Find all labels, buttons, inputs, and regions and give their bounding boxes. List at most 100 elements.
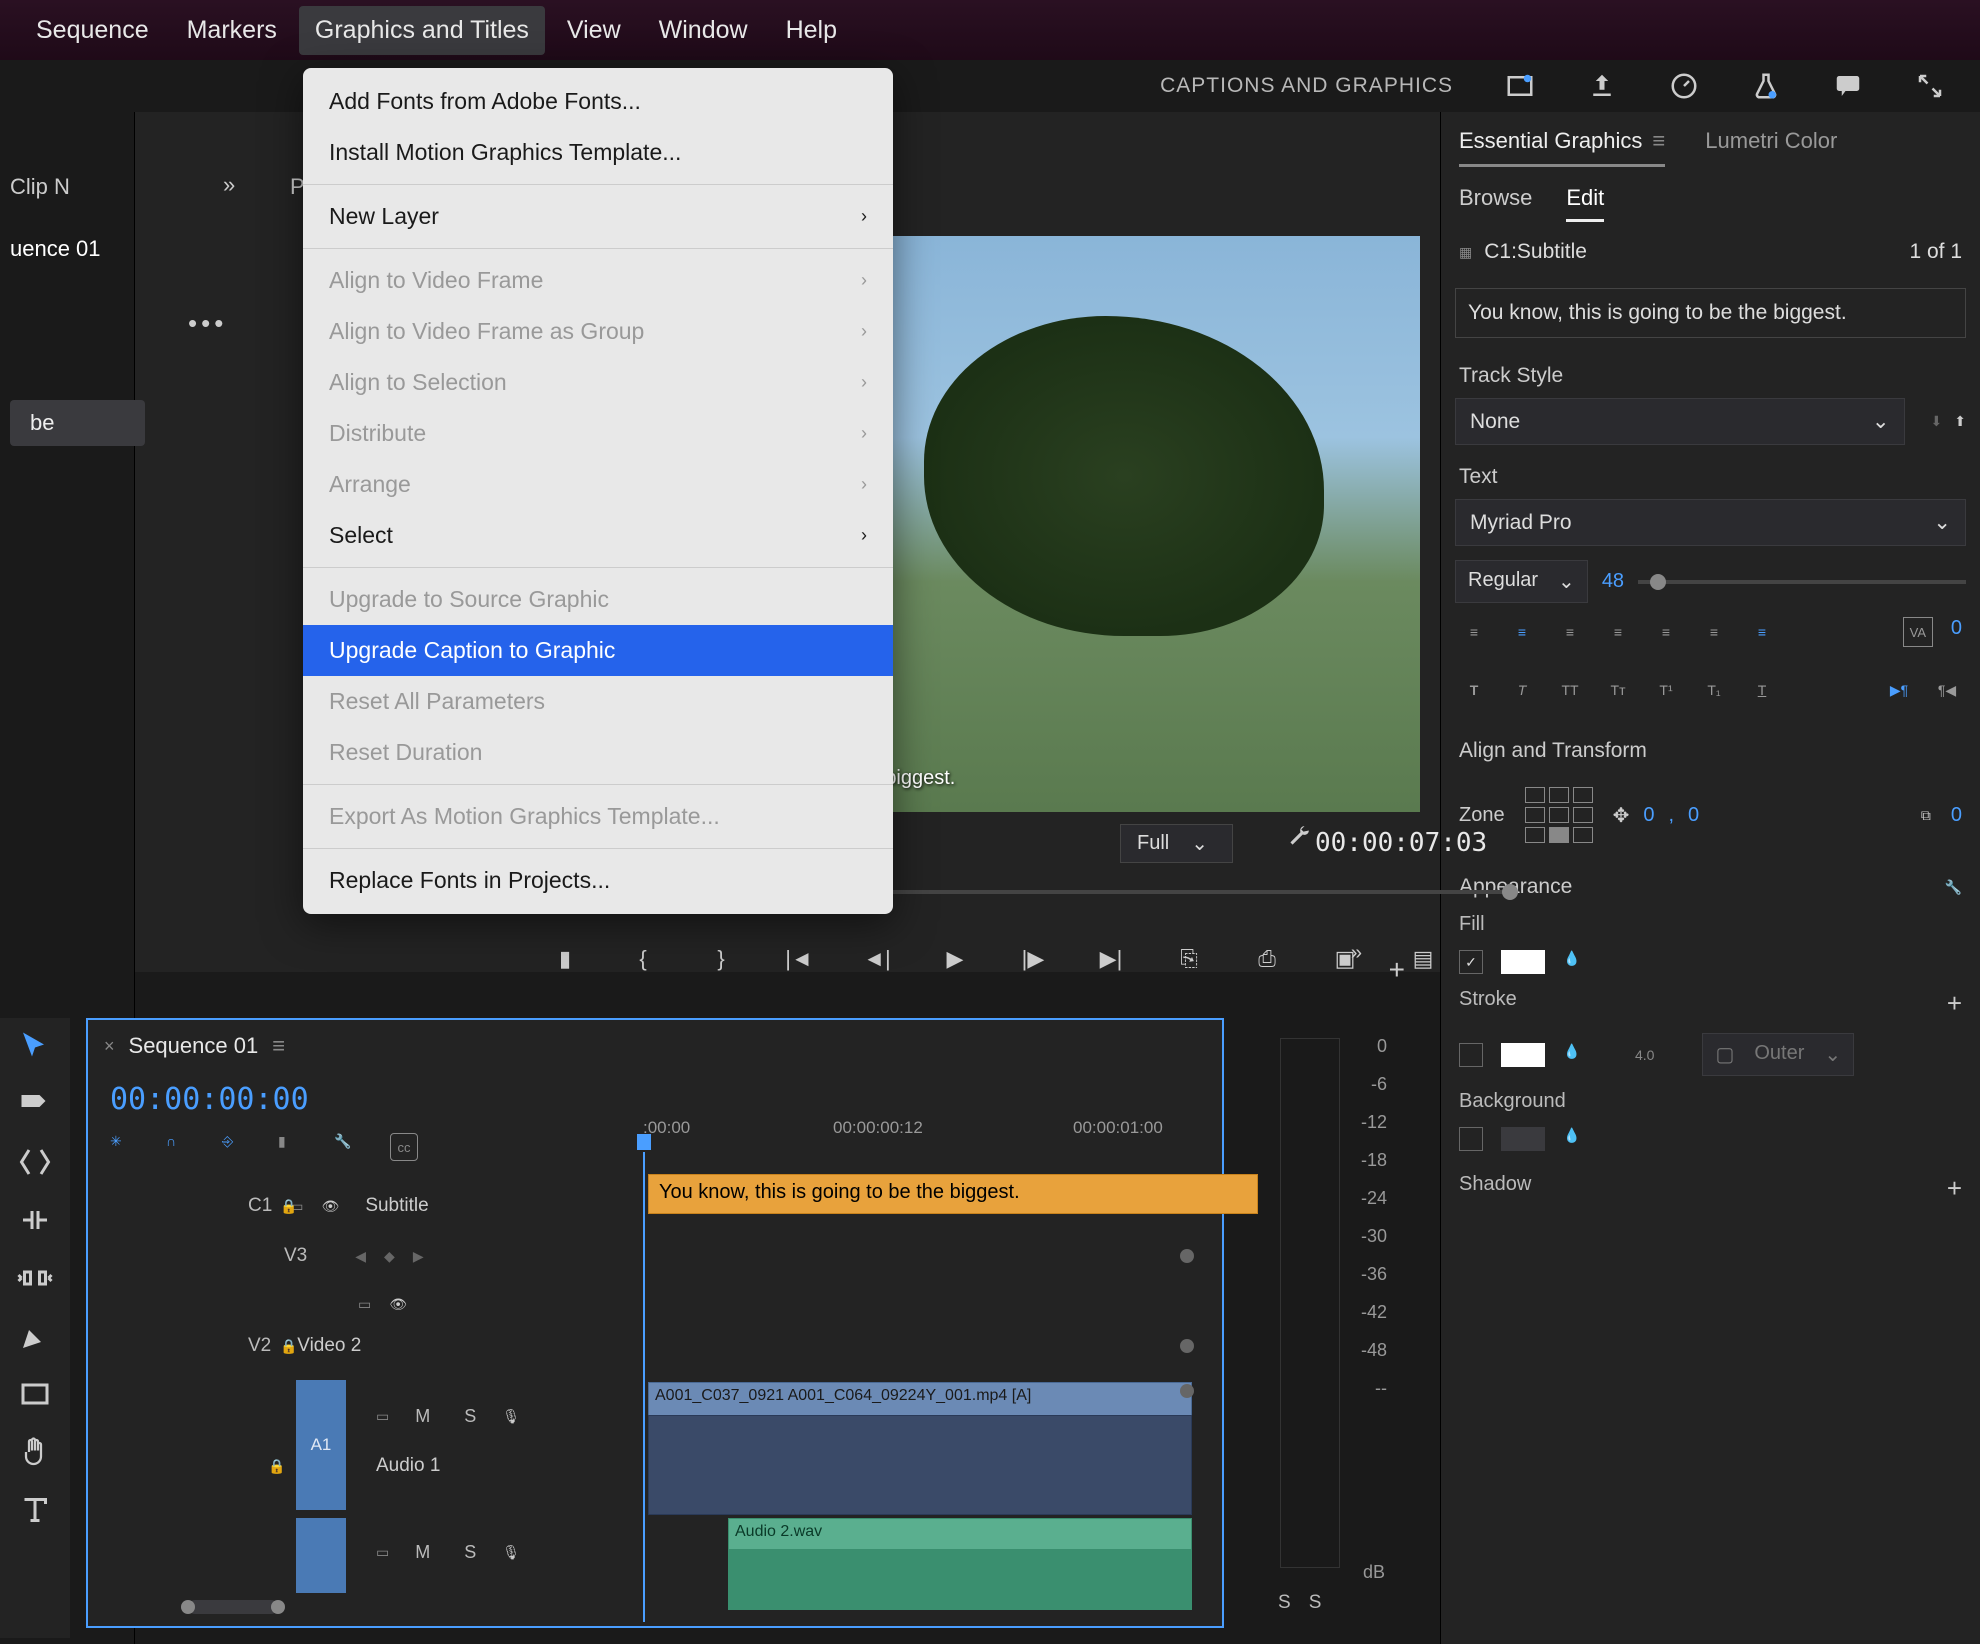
- track-style-select[interactable]: None⌄: [1455, 398, 1905, 445]
- magnet-icon[interactable]: ∩: [166, 1133, 194, 1161]
- more-icon[interactable]: •••: [188, 308, 227, 339]
- mute-button[interactable]: M: [415, 1542, 430, 1563]
- stroke-eyedropper-icon[interactable]: 💧: [1563, 1043, 1587, 1067]
- add-keyframe-icon[interactable]: ◆: [384, 1248, 395, 1265]
- stroke-checkbox[interactable]: [1459, 1043, 1483, 1067]
- project-pill[interactable]: be: [10, 400, 145, 446]
- stroke-swatch[interactable]: [1501, 1043, 1545, 1067]
- track-output-icon[interactable]: ▭: [376, 1408, 389, 1425]
- eye-icon[interactable]: 👁: [322, 1198, 340, 1215]
- track-v3[interactable]: V3: [284, 1245, 307, 1267]
- track-select-tool-icon[interactable]: [17, 1086, 53, 1122]
- font-select[interactable]: Myriad Pro⌄: [1455, 499, 1966, 546]
- position-icon[interactable]: ✥: [1613, 803, 1630, 828]
- lift-icon[interactable]: ⎘: [1174, 946, 1204, 972]
- mic-icon[interactable]: 🎙: [502, 1544, 520, 1561]
- push-down-icon[interactable]: ⬇: [1931, 413, 1943, 430]
- flask-icon[interactable]: [1751, 71, 1781, 101]
- timeline-menu-icon[interactable]: ≡: [272, 1033, 285, 1059]
- prev-keyframe-icon[interactable]: ◀: [355, 1248, 366, 1265]
- settings-icon[interactable]: 🔧: [334, 1133, 362, 1161]
- lock-icon[interactable]: 🔒: [280, 1198, 297, 1215]
- chat-icon[interactable]: [1833, 71, 1863, 101]
- marker-add-icon[interactable]: ▮: [278, 1133, 306, 1161]
- fill-eyedropper-icon[interactable]: 💧: [1563, 950, 1587, 974]
- solo-button[interactable]: S: [464, 1542, 476, 1563]
- stroke-position-select[interactable]: ▢Outer⌄: [1702, 1033, 1854, 1076]
- track-v2[interactable]: V2: [248, 1335, 271, 1357]
- in-bracket-icon[interactable]: {: [628, 946, 658, 972]
- gauge-icon[interactable]: [1669, 71, 1699, 101]
- export-icon[interactable]: [1587, 71, 1617, 101]
- shadow-add-icon[interactable]: +: [1947, 1173, 1962, 1204]
- compare-icon[interactable]: ▤: [1408, 946, 1438, 972]
- timeline-close-icon[interactable]: ×: [104, 1036, 115, 1057]
- bold-icon[interactable]: T: [1459, 675, 1489, 705]
- subtab-browse[interactable]: Browse: [1459, 185, 1532, 222]
- menu-sequence[interactable]: Sequence: [20, 6, 165, 55]
- next-keyframe-icon[interactable]: ▶: [413, 1248, 424, 1265]
- italic-icon[interactable]: T: [1507, 675, 1537, 705]
- align-right-icon[interactable]: ≡: [1555, 617, 1585, 647]
- zone-grid[interactable]: [1525, 787, 1593, 843]
- slip-tool-icon[interactable]: [17, 1260, 53, 1296]
- goto-in-icon[interactable]: |◄: [784, 946, 814, 972]
- menu-item[interactable]: Install Motion Graphics Template...: [303, 127, 893, 178]
- ltr-icon[interactable]: ▶¶: [1884, 675, 1914, 705]
- allcaps-icon[interactable]: TT: [1555, 675, 1585, 705]
- push-up-icon[interactable]: ⬆: [1954, 413, 1966, 430]
- kerning-value[interactable]: 0: [1951, 617, 1962, 647]
- align-justify-icon[interactable]: ≡: [1603, 617, 1633, 647]
- menu-graphics-titles[interactable]: Graphics and Titles: [299, 6, 545, 55]
- pen-tool-icon[interactable]: [17, 1318, 53, 1354]
- hand-tool-icon[interactable]: [17, 1434, 53, 1470]
- mic-icon[interactable]: 🎙: [502, 1408, 520, 1425]
- timeline-hscroll[interactable]: [188, 1600, 278, 1614]
- lock-icon[interactable]: 🔒: [280, 1338, 297, 1355]
- lock-icon[interactable]: 🔒: [268, 1458, 285, 1475]
- fullscreen-icon[interactable]: [1915, 71, 1945, 101]
- chevron-icon[interactable]: »: [223, 172, 235, 198]
- goto-out-icon[interactable]: ▶|: [1096, 946, 1126, 972]
- fill-swatch[interactable]: [1501, 950, 1545, 974]
- menu-item[interactable]: Select›: [303, 510, 893, 561]
- align-justify-last-right-icon[interactable]: ≡: [1699, 617, 1729, 647]
- align-left-icon[interactable]: ≡: [1459, 617, 1489, 647]
- marker-icon[interactable]: ▮: [550, 946, 580, 972]
- step-back-icon[interactable]: ◄|: [862, 946, 892, 972]
- panel-menu-icon[interactable]: ≡: [1652, 128, 1665, 153]
- extract-icon[interactable]: ⎙: [1252, 946, 1282, 972]
- wrench-icon[interactable]: [1285, 824, 1311, 853]
- meter-solo-l[interactable]: S: [1278, 1592, 1291, 1614]
- resolution-select[interactable]: Full⌄: [1120, 824, 1233, 863]
- background-swatch[interactable]: [1501, 1127, 1545, 1151]
- cc-icon[interactable]: cc: [390, 1133, 418, 1161]
- subscript-icon[interactable]: T₁: [1699, 675, 1729, 705]
- eye-icon[interactable]: 👁: [389, 1296, 407, 1313]
- stroke-add-icon[interactable]: +: [1947, 988, 1962, 1019]
- appearance-wrench-icon[interactable]: 🔧: [1945, 879, 1962, 896]
- out-bracket-icon[interactable]: }: [706, 946, 736, 972]
- selection-tool-icon[interactable]: [17, 1028, 53, 1064]
- font-size-value[interactable]: 48: [1602, 570, 1624, 593]
- tab-essential-graphics[interactable]: Essential Graphics≡: [1459, 128, 1665, 167]
- solo-button[interactable]: S: [464, 1406, 476, 1427]
- menu-window[interactable]: Window: [643, 6, 764, 55]
- rectangle-tool-icon[interactable]: [17, 1376, 53, 1412]
- mute-button[interactable]: M: [415, 1406, 430, 1427]
- menu-item[interactable]: Add Fonts from Adobe Fonts...: [303, 76, 893, 127]
- font-size-slider[interactable]: [1638, 580, 1966, 584]
- meter-solo-r[interactable]: S: [1309, 1592, 1322, 1614]
- add-button-icon[interactable]: +: [1389, 954, 1405, 986]
- stroke-width[interactable]: 4.0: [1635, 1047, 1654, 1063]
- type-tool-icon[interactable]: [17, 1492, 53, 1528]
- align-center-icon[interactable]: ≡: [1507, 617, 1537, 647]
- underline-icon[interactable]: T: [1747, 675, 1777, 705]
- snap-icon[interactable]: ✳: [110, 1133, 138, 1161]
- timeline-ruler[interactable]: :00:00 00:00:00:12 00:00:01:00: [643, 1118, 1202, 1154]
- menu-item[interactable]: Replace Fonts in Projects...: [303, 855, 893, 906]
- menu-markers[interactable]: Markers: [171, 6, 293, 55]
- fill-checkbox[interactable]: [1459, 950, 1483, 974]
- transport-more-icon[interactable]: »: [1351, 942, 1362, 965]
- subtab-edit[interactable]: Edit: [1566, 185, 1604, 222]
